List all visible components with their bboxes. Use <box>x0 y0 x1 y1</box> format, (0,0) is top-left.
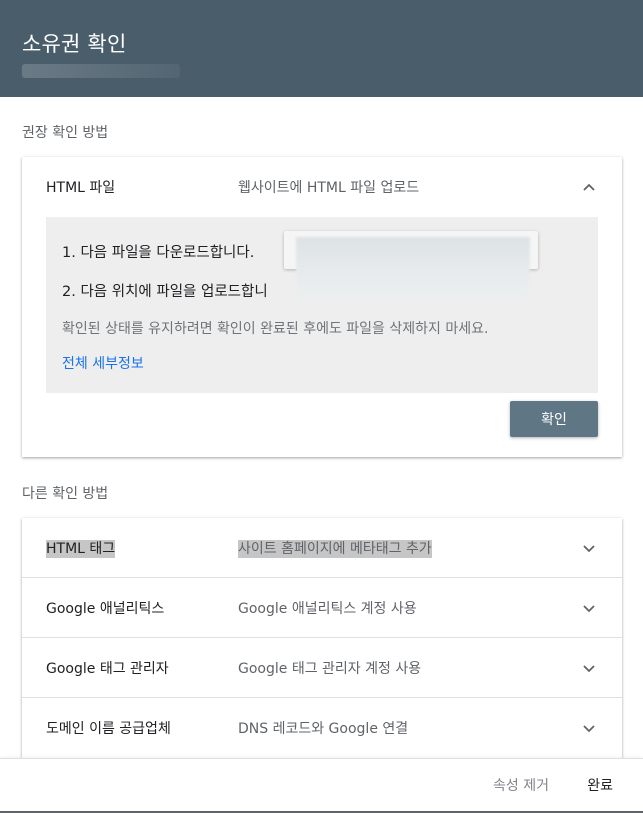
method-description: 사이트 홈페이지에 메타태그 추가 <box>238 539 432 558</box>
chevron-down-icon[interactable] <box>582 601 596 615</box>
instructions-panel: 1. 다음 파일을 다운로드합니다. 2. 다음 위치에 파일을 업로드합니 확… <box>46 217 598 393</box>
method-row-domain-provider[interactable]: 도메인 이름 공급업체 DNS 레코드와 Google 연결 <box>22 698 622 758</box>
method-description: Google 애널리틱스 계정 사용 <box>238 600 417 617</box>
method-name: HTML 파일 <box>46 180 116 196</box>
dialog-footer: 속성 제거 완료 <box>0 758 643 813</box>
full-details-link[interactable]: 전체 세부정보 <box>62 353 144 373</box>
redacted-file-info <box>296 237 530 299</box>
done-button[interactable]: 완료 <box>587 775 613 795</box>
method-name: HTML 태그 <box>46 539 116 558</box>
remove-property-button[interactable]: 속성 제거 <box>493 775 549 795</box>
method-header-html-file[interactable]: HTML 파일 웹사이트에 HTML 파일 업로드 <box>22 157 622 217</box>
method-description: Google 태그 관리자 계정 사용 <box>238 660 422 677</box>
recommended-method-card: HTML 파일 웹사이트에 HTML 파일 업로드 1. 다음 파일을 다운로드… <box>22 157 622 457</box>
method-description: DNS 레코드와 Google 연결 <box>238 721 409 737</box>
dialog-title: 소유권 확인 <box>22 32 127 56</box>
dialog-header: 소유권 확인 <box>0 0 643 97</box>
method-description: 웹사이트에 HTML 파일 업로드 <box>238 180 420 196</box>
keep-file-note: 확인된 상태를 유지하려면 확인이 완료된 후에도 파일을 삭제하지 마세요. <box>62 321 489 337</box>
chevron-up-icon[interactable] <box>582 180 596 194</box>
recommended-section-label: 권장 확인 방법 <box>22 125 109 141</box>
method-name: Google 애널리틱스 <box>46 600 165 617</box>
method-row-google-tag-manager[interactable]: Google 태그 관리자 Google 태그 관리자 계정 사용 <box>22 638 622 698</box>
method-name: 도메인 이름 공급업체 <box>46 721 171 737</box>
property-url-redacted <box>22 64 180 78</box>
method-row-google-analytics[interactable]: Google 애널리틱스 Google 애널리틱스 계정 사용 <box>22 578 622 638</box>
chevron-down-icon[interactable] <box>582 541 596 555</box>
step-download: 1. 다음 파일을 다운로드합니다. <box>62 245 255 261</box>
chevron-down-icon[interactable] <box>582 721 596 735</box>
other-section-label: 다른 확인 방법 <box>22 486 109 502</box>
method-name: Google 태그 관리자 <box>46 660 169 677</box>
other-methods-list: HTML 태그 사이트 홈페이지에 메타태그 추가 Google 애널리틱스 G… <box>22 518 622 758</box>
chevron-down-icon[interactable] <box>582 661 596 675</box>
verify-button[interactable]: 확인 <box>510 401 598 437</box>
step-upload: 2. 다음 위치에 파일을 업로드합니 <box>62 284 268 300</box>
method-row-html-tag[interactable]: HTML 태그 사이트 홈페이지에 메타태그 추가 <box>22 518 622 578</box>
